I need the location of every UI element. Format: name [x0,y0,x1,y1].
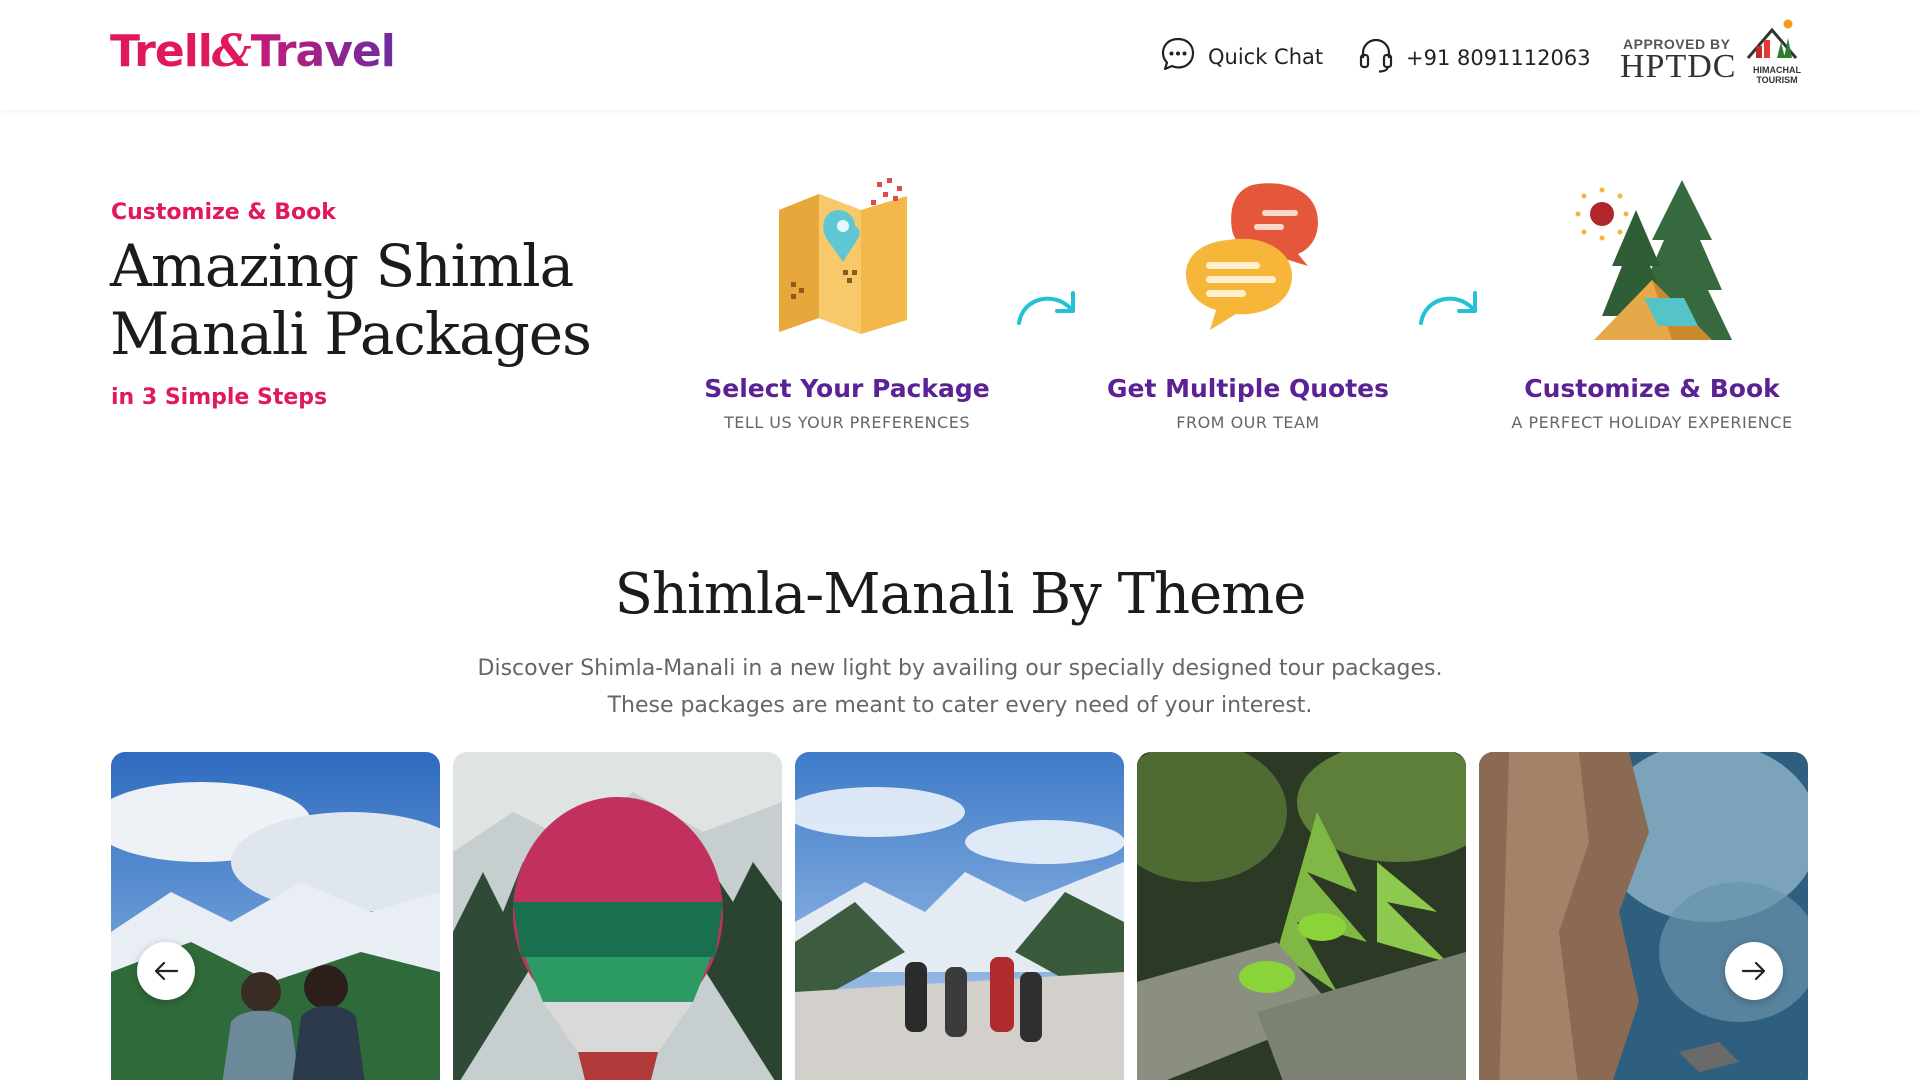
theme-card-snow-trek[interactable] [795,752,1124,1080]
carousel-prev-button[interactable] [137,942,195,1000]
step-title: Get Multiple Quotes [1106,374,1390,403]
rock-cliff-photo [1479,752,1808,1080]
section-title: Shimla-Manali By Theme [614,562,1307,627]
step-customize-book: Customize & Book A PERFECT HOLIDAY EXPER… [1482,170,1822,432]
step-get-quotes: Get Multiple Quotes FROM OUR TEAM [1078,170,1418,432]
mountain-couple-photo [111,752,440,1080]
step-title: Customize & Book [1524,374,1780,403]
phone-call-button[interactable]: +91 8091112063 [1358,36,1591,79]
theme-card-hot-air-balloon[interactable] [453,752,782,1080]
himachal-tourism-logo-icon [1746,19,1798,59]
quick-chat-label: Quick Chat [1208,44,1324,69]
theme-card-rock-cliff[interactable] [1479,752,1808,1080]
hot-air-balloon-photo [453,752,782,1080]
hptdc-label: HPTDC [1620,48,1737,85]
arrow-right-icon [1741,961,1766,981]
step-arrow-icon [1017,291,1075,325]
snow-trek-photo [795,752,1124,1080]
description-line: These packages are meant to cater every … [607,693,1313,718]
brand-logo[interactable]: Trell&Travel [110,26,396,77]
tent-trees-icon [1562,170,1742,360]
section-description: Discover Shimla-Manali in a new light by… [0,650,1920,724]
page-title: Amazing Shimla Manali Packages [110,232,592,368]
map-pin-icon [757,170,937,360]
chat-bubbles-icon [1158,170,1338,360]
arrow-left-icon [154,961,179,981]
logo-ampersand: & [211,26,252,77]
step-subtitle: FROM OUR TEAM [1176,413,1320,432]
logo-text-travel: Travel [250,26,396,77]
chat-bubble-icon [1160,36,1196,77]
theme-carousel [111,752,1809,1080]
intro-subkicker: in 3 Simple Steps [111,385,328,410]
phone-number: +91 8091112063 [1406,45,1591,70]
headset-icon [1358,36,1394,79]
carousel-next-button[interactable] [1725,942,1783,1000]
intro-kicker: Customize & Book [111,200,336,225]
quick-chat-button[interactable]: Quick Chat [1160,36,1323,77]
step-subtitle: A PERFECT HOLIDAY EXPERIENCE [1511,413,1793,432]
step-title: Select Your Package [704,374,990,403]
himachal-tourism-label: HIMACHAL TOURISM [1753,65,1801,85]
theme-card-forest-rest[interactable] [1137,752,1466,1080]
step-arrow-icon [1419,291,1477,325]
hptdc-approval-badge: APPROVED BY HPTDC HIMACHAL TOURISM [1620,18,1810,90]
description-line: Discover Shimla-Manali in a new light by… [477,656,1443,681]
site-header: Trell&Travel Quick Chat +91 8091112063 A… [0,0,1920,110]
step-subtitle: TELL US YOUR PREFERENCES [724,413,970,432]
step-select-package: Select Your Package TELL US YOUR PREFERE… [677,170,1017,432]
theme-card-mountain-couple[interactable] [111,752,440,1080]
forest-rest-photo [1137,752,1466,1080]
logo-text-trell: Trell [110,26,213,77]
